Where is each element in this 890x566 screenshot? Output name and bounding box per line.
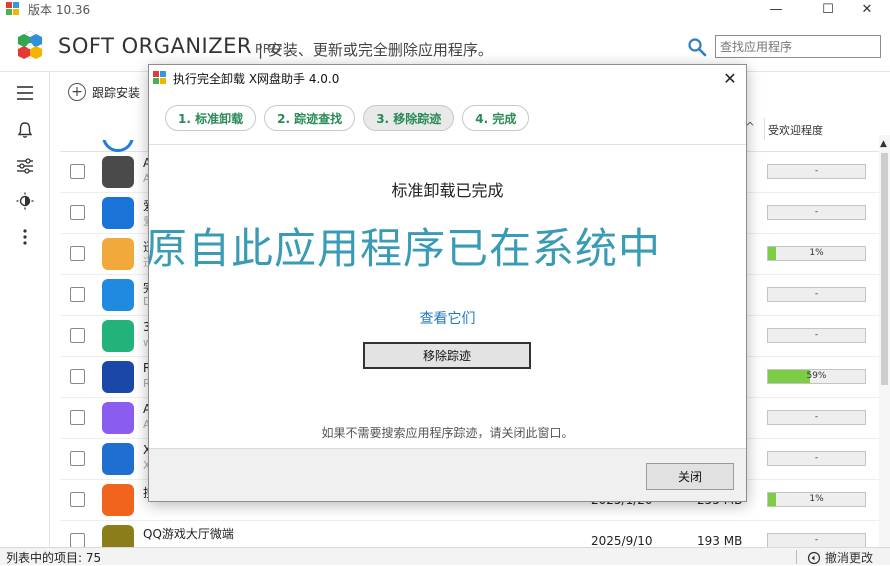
dialog-close-button[interactable]: 关闭 bbox=[646, 463, 734, 490]
row-checkbox[interactable] bbox=[70, 451, 85, 466]
column-separator bbox=[764, 118, 765, 140]
title-bar: 版本 10.36 — ☐ ✕ bbox=[0, 0, 890, 18]
view-traces-link[interactable]: 查看它们 bbox=[149, 308, 746, 328]
status-separator bbox=[796, 550, 797, 564]
row-checkbox[interactable] bbox=[70, 410, 85, 425]
app-icon bbox=[102, 238, 134, 270]
uninstall-dialog: 执行完全卸载 X网盘助手 4.0.0 ✕ 1. 标准卸载 2. 踪迹查找 3. 移除… bbox=[148, 64, 747, 502]
items-count: 列表中的项目: 75 bbox=[6, 551, 102, 565]
scroll-up-icon[interactable]: ▲ bbox=[880, 139, 887, 149]
version-label: 版本 10.36 bbox=[28, 3, 91, 17]
search-icon[interactable] bbox=[687, 37, 707, 57]
tagline: | 安装、更新或完全删除应用程序。 bbox=[258, 41, 493, 59]
popularity-bar: - bbox=[767, 410, 866, 425]
app-icon-partial bbox=[102, 140, 134, 152]
install-date: 2025/9/10 bbox=[591, 534, 653, 548]
row-checkbox[interactable] bbox=[70, 533, 85, 548]
status-bar: 列表中的项目: 75 撤消更改 bbox=[0, 547, 890, 565]
popularity-value: - bbox=[814, 535, 819, 545]
popularity-value: - bbox=[814, 330, 819, 340]
theme-icon[interactable] bbox=[14, 190, 36, 212]
popularity-value: 59% bbox=[806, 371, 827, 381]
dialog-logo-icon bbox=[153, 71, 166, 84]
sliders-icon[interactable] bbox=[14, 155, 36, 177]
app-icon bbox=[102, 320, 134, 352]
wizard-step: 3. 移除踪迹 bbox=[363, 105, 455, 131]
dialog-title: 执行完全卸载 X网盘助手 4.0.0 bbox=[173, 72, 340, 86]
sidebar bbox=[0, 72, 50, 547]
row-checkbox[interactable] bbox=[70, 492, 85, 507]
dialog-close-icon[interactable]: ✕ bbox=[719, 67, 741, 89]
popularity-value: - bbox=[814, 412, 819, 422]
close-window-button[interactable]: ✕ bbox=[844, 0, 890, 18]
popularity-value: 1% bbox=[809, 494, 824, 504]
app-size: 193 MB bbox=[697, 534, 743, 548]
bell-icon[interactable] bbox=[14, 119, 36, 141]
dialog-banner-text: 原自此应用程序已在系统中 bbox=[148, 224, 662, 273]
app-icon bbox=[102, 361, 134, 393]
popularity-bar: - bbox=[767, 287, 866, 302]
app-icon bbox=[102, 279, 134, 311]
more-icon[interactable] bbox=[14, 226, 36, 248]
row-checkbox[interactable] bbox=[70, 246, 85, 261]
wizard-steps: 1. 标准卸载 2. 踪迹查找 3. 移除踪迹 4. 完成 bbox=[165, 105, 537, 131]
wizard-step: 1. 标准卸载 bbox=[165, 105, 257, 131]
list-scrollbar[interactable]: ▲ bbox=[879, 135, 890, 547]
brand-logo-icon bbox=[17, 30, 43, 60]
track-install-button[interactable]: + 跟踪安装 bbox=[68, 81, 140, 103]
scrollbar-thumb[interactable] bbox=[881, 153, 888, 385]
dialog-heading: 标准卸载已完成 bbox=[391, 181, 504, 200]
app-icon bbox=[102, 156, 134, 188]
popularity-bar: - bbox=[767, 533, 866, 548]
app-logo-icon bbox=[6, 2, 19, 15]
brand-text: SOFT ORGANIZER bbox=[58, 34, 252, 58]
popularity-bar: 1% bbox=[767, 492, 866, 507]
popularity-bar: 1% bbox=[767, 246, 866, 261]
dialog-hint: 如果不需要搜索应用程序踪迹，请关闭此窗口。 bbox=[321, 426, 574, 440]
app-name: QQ游戏大厅微端 bbox=[143, 527, 234, 541]
row-checkbox[interactable] bbox=[70, 164, 85, 179]
brand-name: SOFT ORGANIZER PRO bbox=[58, 34, 282, 58]
track-install-label: 跟踪安装 bbox=[92, 85, 141, 100]
undo-changes-label: 撤消更改 bbox=[825, 551, 874, 565]
plus-icon: + bbox=[68, 83, 86, 101]
undo-icon bbox=[807, 551, 821, 564]
undo-changes-button[interactable]: 撤消更改 bbox=[807, 549, 873, 566]
popularity-value: 1% bbox=[809, 248, 824, 258]
row-checkbox[interactable] bbox=[70, 205, 85, 220]
dialog-title-bar: 执行完全卸载 X网盘助手 4.0.0 ✕ bbox=[149, 65, 746, 91]
popularity-bar: 59% bbox=[767, 369, 866, 384]
popularity-bar: - bbox=[767, 164, 866, 179]
popularity-bar: - bbox=[767, 451, 866, 466]
app-icon bbox=[102, 443, 134, 475]
app-icon bbox=[102, 484, 134, 516]
row-checkbox[interactable] bbox=[70, 328, 85, 343]
wizard-step: 2. 踪迹查找 bbox=[264, 105, 356, 131]
popularity-bar: - bbox=[767, 328, 866, 343]
popularity-value: - bbox=[814, 207, 819, 217]
remove-traces-button[interactable]: 移除踪迹 bbox=[363, 342, 531, 369]
popularity-bar: - bbox=[767, 205, 866, 220]
dialog-divider bbox=[149, 144, 746, 145]
minimize-button[interactable]: — bbox=[753, 0, 799, 18]
wizard-step: 4. 完成 bbox=[462, 105, 530, 131]
row-checkbox[interactable] bbox=[70, 369, 85, 384]
row-checkbox[interactable] bbox=[70, 287, 85, 302]
popularity-value: - bbox=[814, 289, 819, 299]
column-header-popularity[interactable]: 受欢迎程度 bbox=[768, 122, 823, 138]
app-icon bbox=[102, 197, 134, 229]
menu-icon[interactable] bbox=[14, 82, 36, 104]
dialog-footer: 关闭 bbox=[149, 448, 746, 501]
popularity-value: - bbox=[814, 453, 819, 463]
search-input[interactable] bbox=[715, 35, 881, 58]
popularity-value: - bbox=[814, 166, 819, 176]
app-icon bbox=[102, 402, 134, 434]
